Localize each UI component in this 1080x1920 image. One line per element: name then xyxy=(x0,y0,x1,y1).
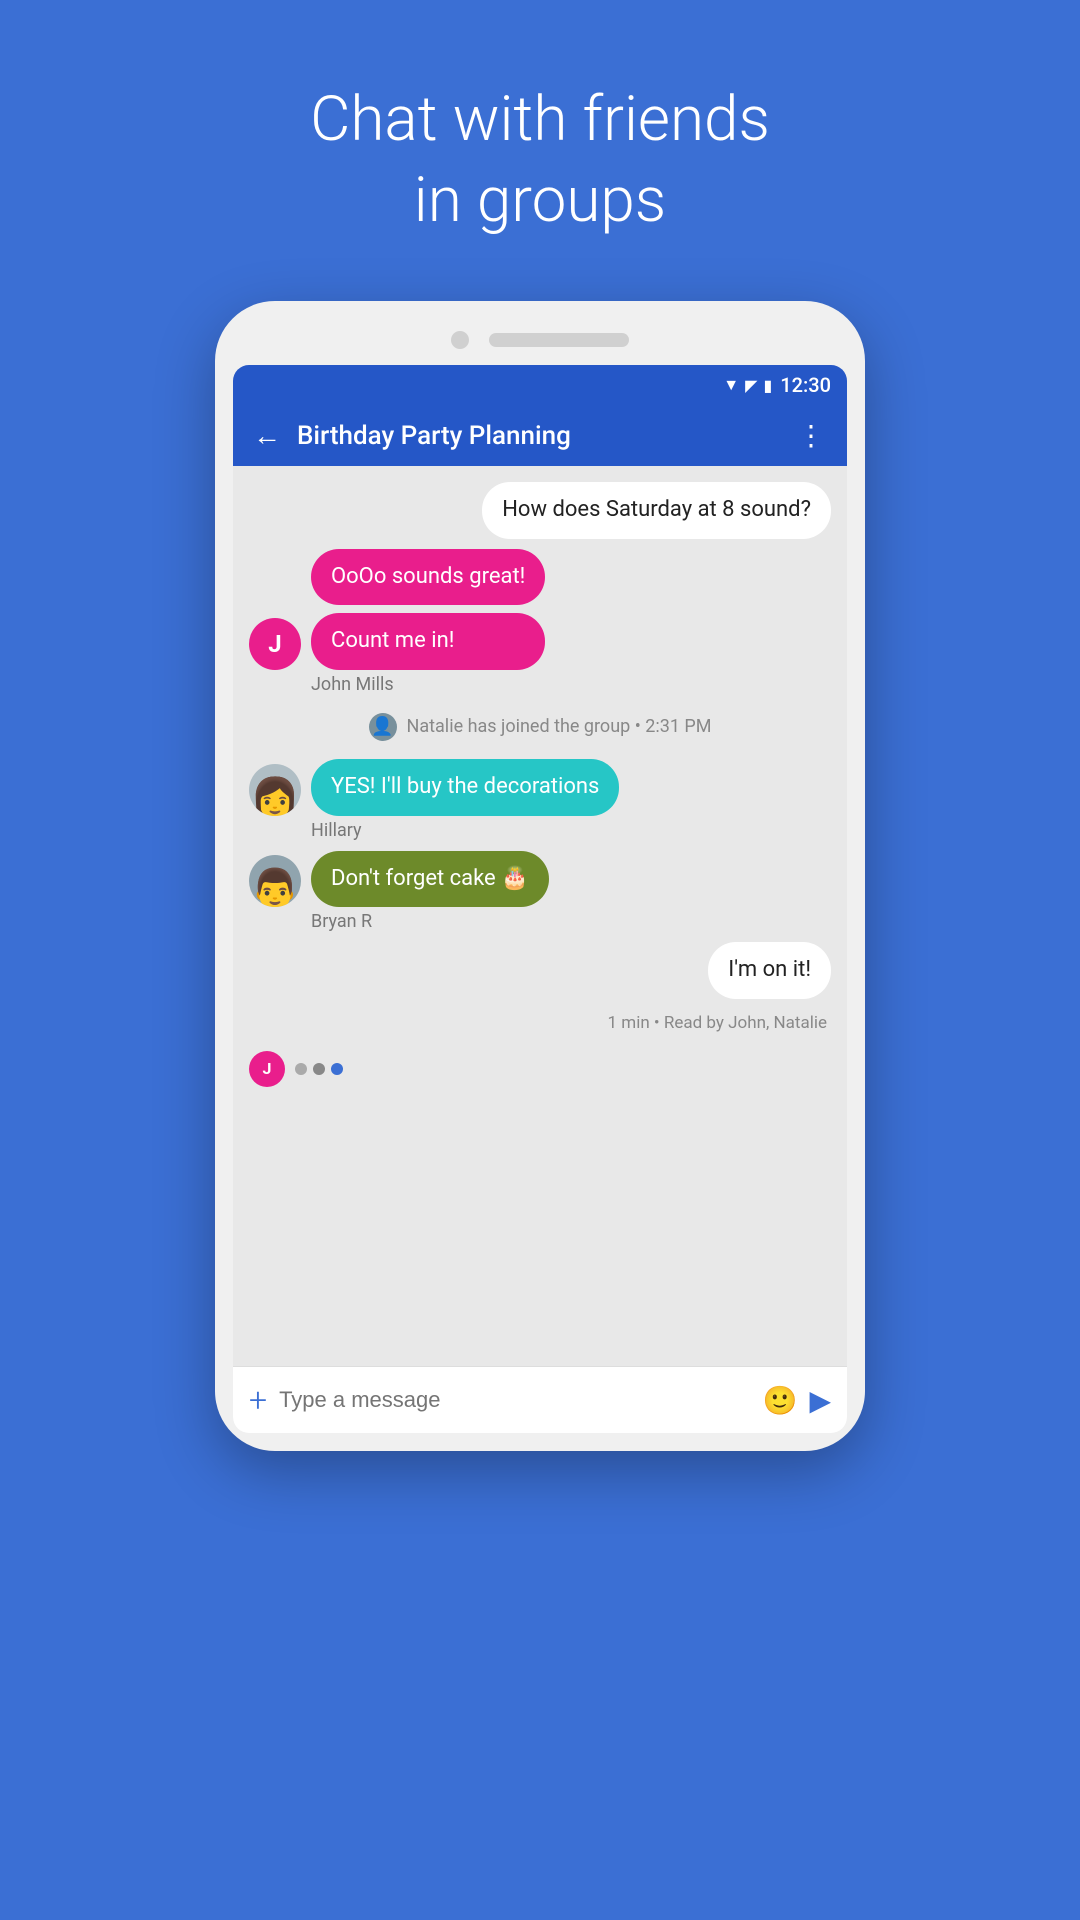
bryan-sender-name: Bryan R xyxy=(311,911,831,932)
avatar-john: J xyxy=(249,618,301,670)
avatar-bryan xyxy=(249,855,301,907)
typing-indicator: J xyxy=(249,1043,831,1095)
status-time: 12:30 xyxy=(780,373,831,397)
status-bar: ▼ ◤ ▮ 12:30 xyxy=(233,365,847,405)
add-button[interactable]: + xyxy=(249,1381,267,1419)
bubble-cake: Don't forget cake 🎂 xyxy=(311,851,549,908)
send-button[interactable]: ▶ xyxy=(809,1384,831,1417)
typing-avatar: J xyxy=(249,1051,285,1087)
system-message-text: Natalie has joined the group • 2:31 PM xyxy=(407,716,712,737)
dot-3 xyxy=(331,1063,343,1075)
input-bar: + 🙂 ▶ xyxy=(233,1366,847,1433)
john-bubbles: OoOo sounds great! Count me in! xyxy=(311,549,545,670)
bubble-count-me-in: Count me in! xyxy=(311,613,545,670)
emoji-button[interactable]: 🙂 xyxy=(763,1384,798,1417)
signal-icon: ◤ xyxy=(745,376,757,395)
app-bar: ← Birthday Party Planning ⋮ xyxy=(233,405,847,466)
phone-mockup: ▼ ◤ ▮ 12:30 ← Birthday Party Planning ⋮ … xyxy=(215,301,865,1451)
message-john: J OoOo sounds great! Count me in! John M… xyxy=(249,549,831,695)
bubble-decorations: YES! I'll buy the decorations xyxy=(311,759,619,816)
natalie-system-avatar: 👤 xyxy=(369,713,397,741)
dot-2 xyxy=(313,1063,325,1075)
chat-area: How does Saturday at 8 sound? J OoOo sou… xyxy=(233,466,847,1366)
page-headline: Chat with friends in groups xyxy=(310,80,770,241)
message-input[interactable] xyxy=(279,1387,751,1413)
dot-1 xyxy=(295,1063,307,1075)
bubble-ooo: OoOo sounds great! xyxy=(311,549,545,606)
message-read-receipt: 1 min • Read by John, Natalie xyxy=(249,1013,827,1033)
app-bar-title: Birthday Party Planning xyxy=(297,421,781,451)
overflow-menu-button[interactable]: ⋮ xyxy=(797,419,827,452)
wifi-icon: ▼ xyxy=(723,375,739,395)
system-message-natalie: 👤 Natalie has joined the group • 2:31 PM xyxy=(249,705,831,749)
avatar-hillary xyxy=(249,764,301,816)
hillary-sender-name: Hillary xyxy=(311,820,831,841)
message-outgoing-1: How does Saturday at 8 sound? xyxy=(249,482,831,539)
message-im-on-it: I'm on it! xyxy=(249,942,831,999)
bubble-im-on-it: I'm on it! xyxy=(708,942,831,999)
john-sender-name: John Mills xyxy=(311,674,831,695)
phone-camera xyxy=(451,331,469,349)
phone-speaker xyxy=(489,333,629,347)
message-hillary: YES! I'll buy the decorations Hillary xyxy=(249,759,831,841)
battery-icon: ▮ xyxy=(763,376,772,395)
phone-notch xyxy=(233,331,847,349)
back-button[interactable]: ← xyxy=(253,419,281,452)
typing-dots xyxy=(295,1063,343,1075)
bubble-saturday: How does Saturday at 8 sound? xyxy=(482,482,831,539)
status-icons: ▼ ◤ ▮ xyxy=(723,375,772,395)
phone-screen: ▼ ◤ ▮ 12:30 ← Birthday Party Planning ⋮ … xyxy=(233,365,847,1433)
message-bryan: Don't forget cake 🎂 Bryan R xyxy=(249,851,831,933)
